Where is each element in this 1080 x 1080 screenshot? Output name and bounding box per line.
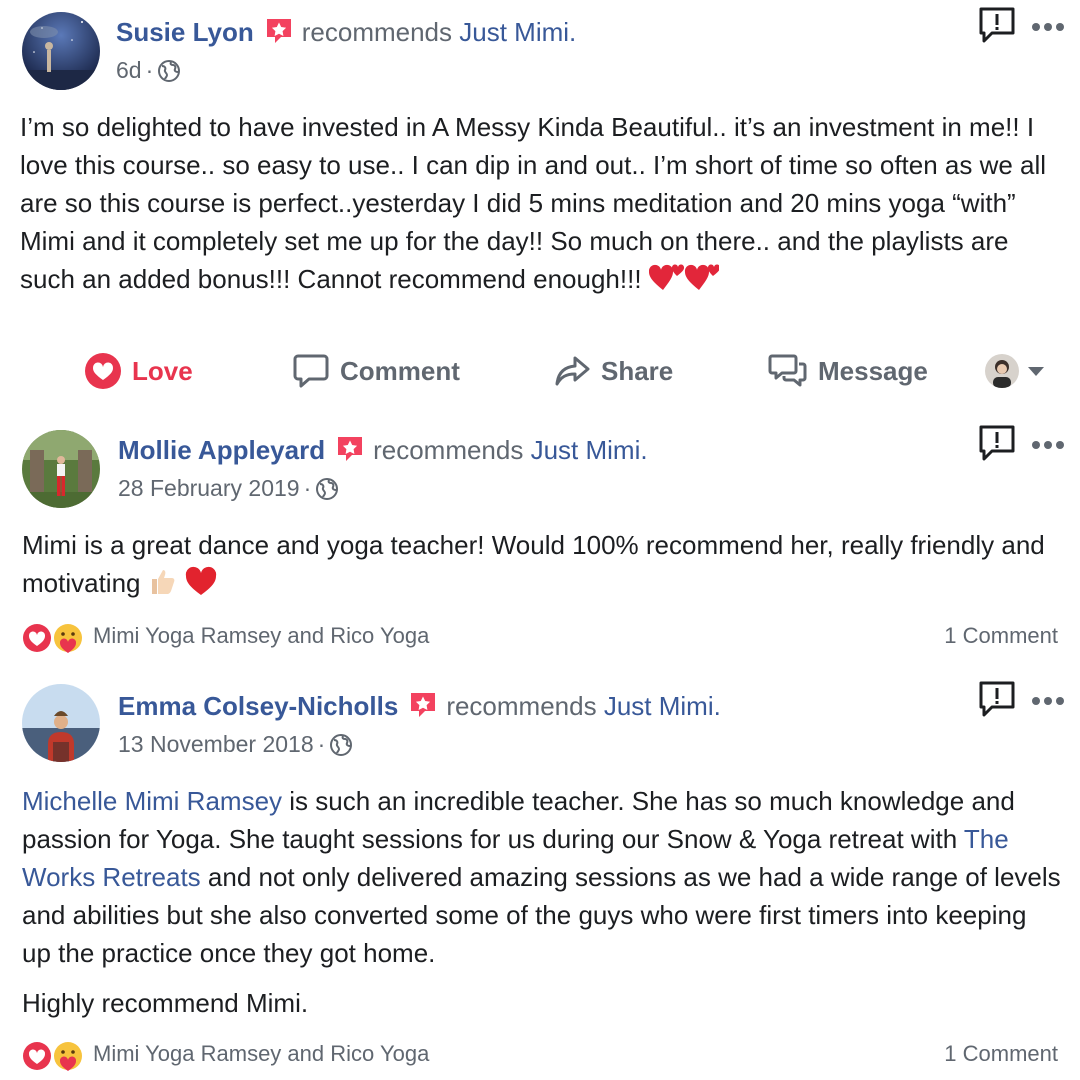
red-heart-emoji xyxy=(185,566,217,606)
comment-button[interactable]: Comment xyxy=(292,352,460,390)
message-icon xyxy=(768,354,807,387)
post-body: Michelle Mimi Ramsey is such an incredib… xyxy=(22,782,1062,1022)
action-bar: Love Comment Share Message xyxy=(0,346,1080,396)
post-meta: 28 February 2019 · xyxy=(118,474,339,502)
more-icon[interactable] xyxy=(1030,694,1066,706)
author-name[interactable]: Susie Lyon xyxy=(116,17,254,47)
share-icon xyxy=(555,356,590,386)
author-name[interactable]: Emma Colsey-Nicholls xyxy=(118,691,398,721)
timestamp[interactable]: 6d xyxy=(116,57,142,83)
globe-icon[interactable] xyxy=(157,59,181,83)
timestamp[interactable]: 28 February 2019 xyxy=(118,475,300,501)
recommends-text: recommends xyxy=(446,691,597,721)
separator: · xyxy=(145,57,154,83)
reactors-text[interactable]: Mimi Yoga Ramsey and Rico Yoga xyxy=(93,1041,429,1067)
mention-link[interactable]: Michelle Mimi Ramsey xyxy=(22,786,282,816)
message-label: Message xyxy=(818,355,928,386)
avatar[interactable] xyxy=(22,430,100,508)
love-reaction-icon xyxy=(21,1040,53,1072)
recommends-text: recommends xyxy=(301,17,453,47)
post-paragraph-1: Michelle Mimi Ramsey is such an incredib… xyxy=(22,782,1062,972)
reaction-summary: Mimi Yoga Ramsey and Rico Yoga 1 Comment xyxy=(20,618,1060,658)
reactors-text[interactable]: Mimi Yoga Ramsey and Rico Yoga xyxy=(93,623,429,649)
share-label: Share xyxy=(601,355,674,386)
comment-count[interactable]: 1 Comment xyxy=(944,623,1058,649)
post-header: Susie Lyon recommends Just Mimi. xyxy=(116,16,576,48)
more-icon[interactable] xyxy=(1030,20,1066,32)
care-reaction-icon xyxy=(52,622,84,654)
post-text: I’m so delighted to have invested in A M… xyxy=(20,112,1047,294)
love-icon xyxy=(85,353,121,389)
separator: · xyxy=(317,731,326,757)
post-meta: 13 November 2018 · xyxy=(118,730,353,758)
post-paragraph-2: Highly recommend Mimi. xyxy=(22,984,1062,1022)
recommends-text: recommends xyxy=(373,435,524,465)
recommend-star-icon xyxy=(264,16,294,46)
recommend-star-icon xyxy=(335,434,365,464)
post-body: Mimi is a great dance and yoga teacher! … xyxy=(22,526,1062,606)
comment-icon xyxy=(293,354,329,388)
page-link[interactable]: Just Mimi. xyxy=(531,435,648,465)
love-reaction-icon xyxy=(21,622,53,654)
post-susie-lyon: Susie Lyon recommends Just Mimi. 6d · I’m … xyxy=(0,0,1080,420)
page-link[interactable]: Just Mimi. xyxy=(604,691,721,721)
message-button[interactable]: Message xyxy=(768,352,928,390)
avatar[interactable] xyxy=(22,12,100,90)
page-link[interactable]: Just Mimi. xyxy=(459,17,576,47)
thumbs-up-emoji xyxy=(148,566,178,606)
caret-down-icon[interactable] xyxy=(1027,366,1045,378)
two-hearts-emoji xyxy=(648,262,720,302)
care-reaction-icon xyxy=(52,1040,84,1072)
love-label: Love xyxy=(132,355,193,386)
comment-label: Comment xyxy=(340,355,460,386)
avatar[interactable] xyxy=(22,684,100,762)
report-icon[interactable] xyxy=(978,424,1016,462)
reaction-icons[interactable] xyxy=(20,620,90,656)
separator: · xyxy=(303,475,312,501)
report-icon[interactable] xyxy=(978,6,1016,44)
post-body: I’m so delighted to have invested in A M… xyxy=(20,108,1060,302)
post-header: Mollie Appleyard recommends Just Mimi. xyxy=(118,434,648,466)
report-icon[interactable] xyxy=(978,680,1016,718)
post-text: Highly recommend Mimi. xyxy=(22,988,309,1018)
recommend-star-icon xyxy=(408,690,438,720)
reaction-summary: Mimi Yoga Ramsey and Rico Yoga 1 Comment xyxy=(20,1036,1060,1076)
share-button[interactable]: Share xyxy=(553,352,673,390)
viewer-avatar[interactable] xyxy=(985,354,1019,388)
post-meta: 6d · xyxy=(116,56,181,84)
globe-icon[interactable] xyxy=(329,733,353,757)
comment-count[interactable]: 1 Comment xyxy=(944,1041,1058,1067)
reaction-icons[interactable] xyxy=(20,1038,90,1074)
timestamp[interactable]: 13 November 2018 xyxy=(118,731,314,757)
post-header: Emma Colsey-Nicholls recommends Just Mimi… xyxy=(118,690,721,722)
post-mollie-appleyard: Mollie Appleyard recommends Just Mimi. 28… xyxy=(0,420,1080,670)
post-emma-colsey-nicholls: Emma Colsey-Nicholls recommends Just Mimi… xyxy=(0,676,1080,1080)
more-icon[interactable] xyxy=(1030,438,1066,450)
author-name[interactable]: Mollie Appleyard xyxy=(118,435,325,465)
love-button[interactable]: Love xyxy=(84,352,193,390)
globe-icon[interactable] xyxy=(315,477,339,501)
